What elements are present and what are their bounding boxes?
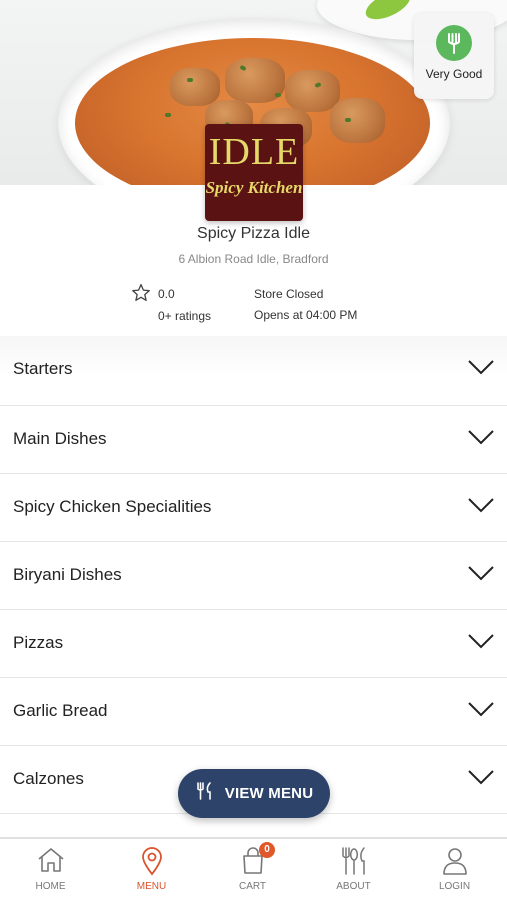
tab-cart-label: CART bbox=[238, 881, 267, 892]
cutlery-icon bbox=[195, 781, 215, 806]
logo-line1: IDLE bbox=[208, 131, 300, 173]
view-menu-label: VIEW MENU bbox=[224, 785, 314, 802]
tab-about[interactable]: ABOUT bbox=[303, 839, 404, 902]
chevron-down-icon[interactable] bbox=[467, 632, 495, 655]
tab-login-label: LOGIN bbox=[438, 881, 471, 892]
category-label: Pizzas bbox=[13, 633, 64, 652]
category-label: Biryani Dishes bbox=[13, 565, 122, 584]
chevron-down-icon[interactable] bbox=[467, 428, 495, 451]
rating-badge: Very Good bbox=[414, 13, 494, 99]
view-menu-button[interactable]: VIEW MENU bbox=[178, 769, 330, 818]
chevron-down-icon[interactable] bbox=[467, 358, 495, 381]
category-label: Calzones bbox=[13, 769, 84, 788]
category-garlic-bread[interactable]: Garlic Bread bbox=[0, 678, 507, 746]
store-hours: Opens at 04:00 PM bbox=[254, 308, 358, 322]
category-label: Spicy Chicken Specialities bbox=[13, 497, 212, 516]
tab-cart[interactable]: 0 CART bbox=[202, 839, 303, 902]
shopping-bag-icon bbox=[202, 846, 303, 876]
chevron-down-icon[interactable] bbox=[467, 564, 495, 587]
store-status: Store Closed bbox=[254, 287, 324, 301]
rating-badge-label: Very Good bbox=[425, 67, 483, 81]
category-label: Starters bbox=[13, 359, 73, 378]
tab-menu[interactable]: MENU bbox=[101, 839, 202, 902]
category-pizzas[interactable]: Pizzas bbox=[0, 610, 507, 678]
chevron-down-icon[interactable] bbox=[467, 768, 495, 791]
category-spicy-chicken-specialities[interactable]: Spicy Chicken Specialities bbox=[0, 474, 507, 542]
menu-category-list: Starters Main Dishes Spicy Chicken Speci… bbox=[0, 336, 507, 814]
star-icon bbox=[131, 283, 151, 307]
tab-login[interactable]: LOGIN bbox=[404, 839, 505, 902]
category-starters[interactable]: Starters bbox=[0, 336, 507, 406]
tab-home[interactable]: HOME bbox=[0, 839, 101, 902]
rating-value: 0.0 bbox=[158, 287, 175, 301]
home-icon bbox=[0, 846, 101, 876]
cart-count-badge: 0 bbox=[259, 842, 275, 858]
store-address: 6 Albion Road Idle, Bradford bbox=[178, 252, 329, 266]
category-main-dishes[interactable]: Main Dishes bbox=[0, 406, 507, 474]
tab-home-label: HOME bbox=[35, 881, 66, 892]
rating-count: 0+ ratings bbox=[158, 309, 212, 323]
tab-menu-label: MENU bbox=[136, 881, 167, 892]
store-name: Spicy Pizza Idle bbox=[197, 225, 310, 242]
chevron-down-icon[interactable] bbox=[467, 496, 495, 519]
bottom-tab-bar: HOME MENU 0 CART ABOUT LOGIN bbox=[0, 837, 507, 902]
fork-icon bbox=[436, 25, 472, 61]
category-label: Garlic Bread bbox=[13, 701, 108, 720]
chevron-down-icon[interactable] bbox=[467, 700, 495, 723]
user-icon bbox=[404, 846, 505, 876]
logo-line2: Spicy Kitchen bbox=[205, 178, 303, 197]
category-biryani-dishes[interactable]: Biryani Dishes bbox=[0, 542, 507, 610]
category-label: Main Dishes bbox=[13, 429, 107, 448]
store-logo: IDLE Spicy Kitchen bbox=[205, 124, 303, 221]
tab-about-label: ABOUT bbox=[336, 881, 371, 892]
location-pin-icon bbox=[101, 846, 202, 876]
cutlery-icon bbox=[303, 846, 404, 876]
